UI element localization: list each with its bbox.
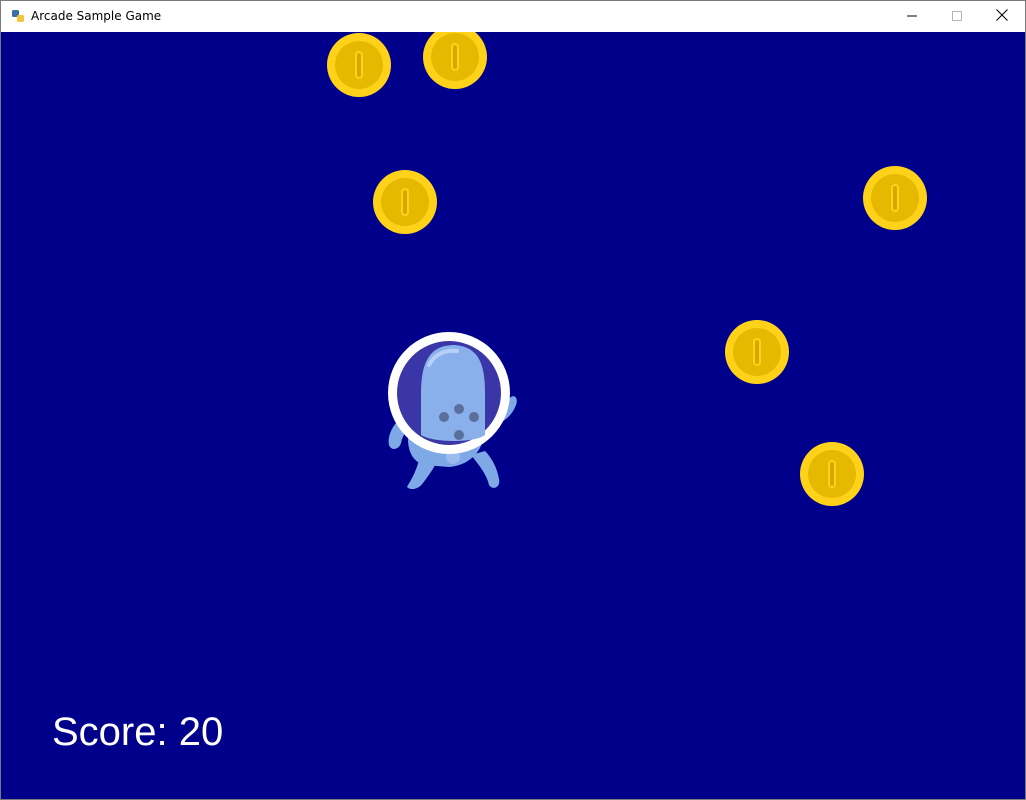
close-button[interactable] [979,1,1025,32]
gold-coin-icon [373,170,437,234]
minimize-button[interactable] [889,1,935,32]
python-app-icon [11,9,25,23]
game-canvas[interactable]: Score: 20 [1,32,1025,799]
gold-coin-icon [725,320,789,384]
gold-coin-icon [800,442,864,506]
gold-coin-icon [423,32,487,89]
gold-coin-icon [863,166,927,230]
title-bar[interactable]: Arcade Sample Game [1,1,1025,33]
gold-coin-icon [327,33,391,97]
score-label: Score: 20 [52,710,224,754]
minimize-icon [907,8,917,26]
window-title: Arcade Sample Game [31,9,162,23]
maximize-button[interactable] [934,1,980,32]
alien-astronaut-icon [388,332,517,490]
maximize-icon [952,8,962,26]
game-window: Arcade Sample Game Score: 20 [0,0,1026,800]
close-icon [996,8,1008,26]
